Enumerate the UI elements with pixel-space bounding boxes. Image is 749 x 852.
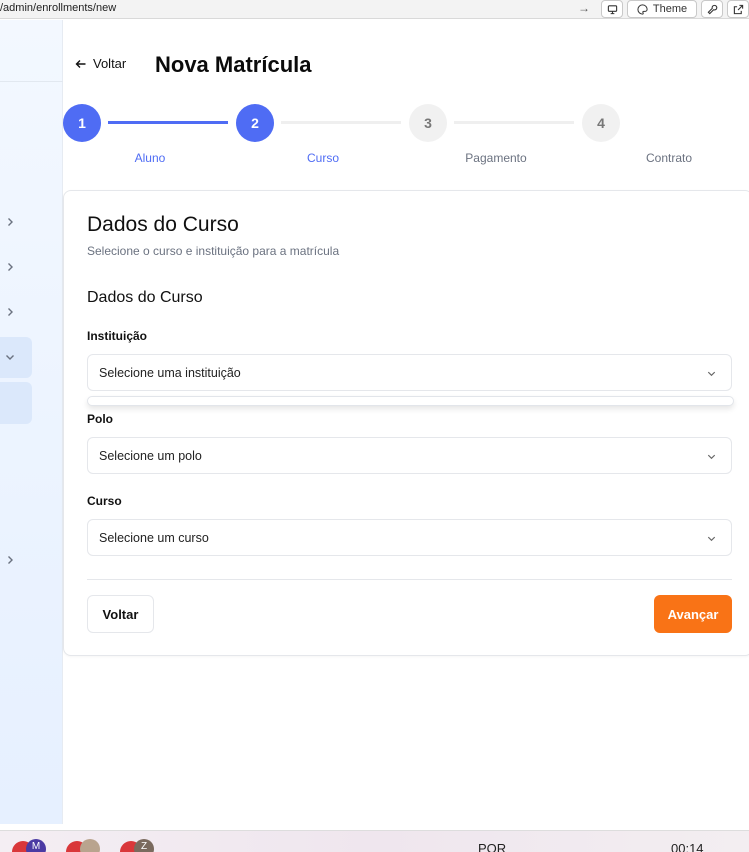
chevron-down-icon <box>707 536 716 542</box>
browser-toolbar: /admin/enrollments/new → Theme <box>0 0 749 19</box>
arrow-left-icon <box>75 59 86 68</box>
step-connector-complete <box>108 121 228 124</box>
address-bar[interactable]: /admin/enrollments/new <box>0 2 116 14</box>
screen-icon[interactable] <box>601 0 623 18</box>
step-2-circle[interactable]: 2 <box>236 104 274 142</box>
palette-icon <box>637 3 648 15</box>
step-2-label: Curso <box>306 151 339 165</box>
chevron-right-icon[interactable] <box>4 306 16 318</box>
external-link-icon[interactable] <box>727 0 749 18</box>
clock[interactable]: 00:14 <box>671 841 704 852</box>
sidebar-subitem-active[interactable] <box>0 382 32 424</box>
theme-label: Theme <box>652 3 688 15</box>
form-divider <box>87 579 732 580</box>
card-title: Dados do Curso <box>87 213 239 236</box>
step-3-label: Pagamento <box>465 151 527 165</box>
polo-select-value: Selecione um polo <box>99 448 202 463</box>
course-select-value: Selecione um curso <box>99 530 209 545</box>
polo-select[interactable]: Selecione um polo <box>87 437 732 474</box>
step-connector <box>454 121 574 124</box>
institution-label: Instituição <box>87 329 148 343</box>
step-4-label: Contrato <box>645 151 693 165</box>
sidebar-divider <box>0 81 63 82</box>
institution-dropdown-panel[interactable] <box>87 396 734 406</box>
go-arrow-icon[interactable]: → <box>578 1 590 15</box>
chevron-down-icon[interactable] <box>4 351 16 363</box>
polo-label: Polo <box>87 412 113 426</box>
taskbar: M Z POR 00:14 <box>0 830 749 852</box>
back-link-label: Voltar <box>93 56 127 71</box>
card-subtitle: Selecione o curso e instituição para a m… <box>87 244 340 258</box>
avatar-icon[interactable] <box>80 839 100 852</box>
wrench-icon[interactable] <box>701 0 723 18</box>
course-label: Curso <box>87 494 122 508</box>
step-1-circle[interactable]: 1 <box>63 104 101 142</box>
language-indicator[interactable]: POR <box>478 841 506 852</box>
section-title: Dados do Curso <box>87 289 203 306</box>
course-form-card <box>63 190 749 656</box>
chevron-right-icon[interactable] <box>4 216 16 228</box>
back-link[interactable]: Voltar <box>75 56 126 71</box>
theme-button[interactable]: Theme <box>627 0 697 18</box>
next-button[interactable]: Avançar <box>654 595 732 633</box>
chevron-down-icon <box>707 371 716 377</box>
page-title: Nova Matrícula <box>155 52 312 77</box>
course-select[interactable]: Selecione um curso <box>87 519 732 556</box>
avatar-icon[interactable]: M <box>26 839 46 852</box>
institution-select[interactable]: Selecione uma instituição <box>87 354 732 391</box>
chevron-right-icon[interactable] <box>4 554 16 566</box>
avatar-icon[interactable]: Z <box>134 839 154 852</box>
institution-select-value: Selecione uma instituição <box>99 365 241 380</box>
chevron-right-icon[interactable] <box>4 261 16 273</box>
back-button[interactable]: Voltar <box>87 595 154 633</box>
step-1-label: Aluno <box>134 151 166 165</box>
step-connector <box>281 121 401 124</box>
step-4-circle[interactable]: 4 <box>582 104 620 142</box>
step-3-circle[interactable]: 3 <box>409 104 447 142</box>
chevron-down-icon <box>707 454 716 460</box>
